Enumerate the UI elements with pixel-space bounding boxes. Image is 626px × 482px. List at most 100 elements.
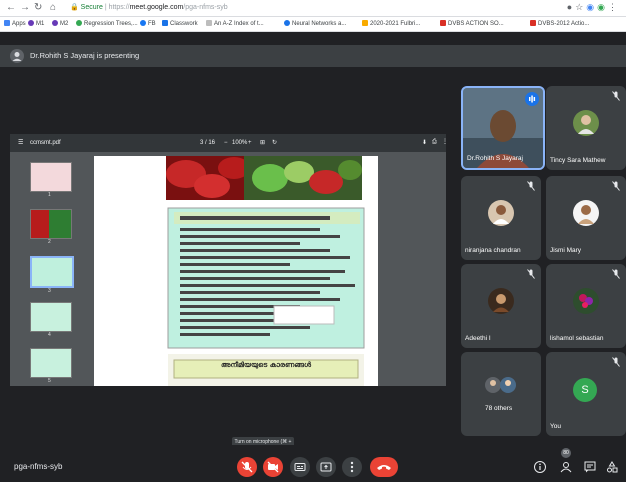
- bookmark-dvbs-action[interactable]: DVBS ACTION SO...: [440, 20, 504, 27]
- info-icon: [534, 461, 546, 473]
- activities-button[interactable]: [602, 457, 622, 477]
- participant-tile[interactable]: niranjana chandran: [461, 176, 541, 260]
- thumbnail-number: 5: [48, 378, 51, 384]
- mic-toggle-button[interactable]: [237, 457, 257, 477]
- pdf-page-indicator[interactable]: 3 / 16: [200, 140, 215, 146]
- download-icon[interactable]: ⬇: [422, 139, 427, 146]
- zoom-in-icon[interactable]: +: [248, 140, 252, 146]
- bookmark-m2[interactable]: M2: [52, 20, 68, 27]
- site-icon: [284, 20, 290, 26]
- shared-screen: ☰ ccmsmt.pdf 3 / 16 − 100% + ⊞ ↻ ⬇ ⎙ ⋮ 1…: [10, 134, 446, 386]
- camera-icon: ●: [566, 2, 576, 12]
- pdf-menu-icon[interactable]: ☰: [18, 139, 23, 146]
- bookmark-apps[interactable]: Apps: [4, 20, 26, 27]
- more-options-button[interactable]: [342, 457, 362, 477]
- browser-toolbar: ← → ↻ ⌂ 🔒 Secure | https://meet.google.c…: [0, 0, 626, 17]
- participant-name: Jismi Mary: [550, 247, 582, 254]
- rotate-icon[interactable]: ↻: [272, 139, 277, 146]
- address-bar[interactable]: 🔒 Secure | https://meet.google.com/pga-n…: [70, 2, 510, 14]
- lock-icon: 🔒: [70, 4, 79, 11]
- mic-off-icon: [612, 181, 620, 191]
- participant-avatar: [573, 200, 599, 226]
- slide-graphic: [166, 156, 365, 386]
- secure-label: Secure: [80, 4, 103, 11]
- url-prefix: https://: [108, 4, 130, 11]
- more-vert-icon: [350, 461, 354, 473]
- forward-icon[interactable]: →: [20, 2, 30, 13]
- people-icon: [560, 462, 572, 473]
- participant-tile[interactable]: Adeethi I: [461, 264, 541, 348]
- pdf-thumbnails: 1 2 3 4 5: [10, 152, 88, 386]
- bookmark-dvbs-2012[interactable]: DVBS-2012 Actio...: [530, 20, 589, 27]
- participant-avatar: [573, 288, 599, 314]
- bookmark-fb[interactable]: FB: [140, 20, 156, 27]
- pdf-more-icon[interactable]: ⋮: [442, 138, 446, 145]
- presenter-avatar-icon: [10, 49, 24, 63]
- presenter-banner: Dr.Rohith S Jayaraj is presenting: [0, 45, 626, 67]
- present-button[interactable]: [316, 457, 336, 477]
- participant-name: Adeethi I: [465, 335, 491, 342]
- folder-icon: [362, 20, 368, 26]
- participant-avatar: [488, 200, 514, 226]
- thumbnail-page[interactable]: [30, 302, 72, 332]
- participant-tile[interactable]: lishamol sebastian: [546, 264, 626, 348]
- camera-toggle-button[interactable]: [263, 457, 283, 477]
- mic-off-icon: [612, 357, 620, 367]
- participant-tile[interactable]: Jismi Mary: [546, 176, 626, 260]
- participant-tile[interactable]: Tincy Sara Mathew: [546, 86, 626, 170]
- mic-off-icon: [527, 181, 535, 191]
- mic-off-icon: [612, 91, 620, 101]
- m1-icon: [28, 20, 34, 26]
- people-button[interactable]: 80: [556, 448, 576, 477]
- captions-icon: [294, 463, 306, 471]
- presenter-text: Dr.Rohith S Jayaraj is presenting: [30, 51, 140, 60]
- back-icon[interactable]: ←: [6, 2, 16, 13]
- bookmark-classwork[interactable]: Classwork: [162, 20, 198, 27]
- google-icon: [76, 20, 82, 26]
- meeting-code: pga-nfms-syb: [14, 462, 63, 471]
- participant-tile-presenter[interactable]: Dr.Rohith S Jayaraj: [461, 86, 545, 170]
- thumbnail-number: 2: [48, 239, 51, 245]
- section-heading: അനീമിയയുടെ കാരണങ്ങൾ: [220, 361, 312, 369]
- pdf-zoom[interactable]: 100%: [232, 140, 247, 146]
- participant-tile-others[interactable]: 78 others: [461, 352, 541, 436]
- bookmark-fulbright[interactable]: 2020-2021 Fulbri...: [362, 20, 420, 27]
- thumbnail-number: 4: [48, 332, 51, 338]
- bookmarks-bar: Apps M1 M2 Regression Trees,... FB Class…: [0, 17, 626, 32]
- bookmark-regression-trees[interactable]: Regression Trees,...: [76, 20, 138, 27]
- end-call-icon: [377, 465, 391, 470]
- apps-icon: [4, 20, 10, 26]
- thumbnail-page[interactable]: [30, 162, 72, 192]
- thumbnail-page-active[interactable]: [30, 256, 74, 288]
- home-icon[interactable]: ⌂: [50, 2, 56, 13]
- thumbnail-number: 1: [48, 192, 51, 198]
- extension-icons[interactable]: ●☆◉◉⋮: [567, 2, 620, 13]
- participant-avatar: [488, 288, 514, 314]
- camera-off-icon: [267, 461, 279, 473]
- reload-icon[interactable]: ↻: [34, 2, 42, 13]
- pdf-filename: ccmsmt.pdf: [30, 140, 61, 146]
- bookmark-neural-networks[interactable]: Neural Networks a...: [284, 20, 346, 27]
- chat-icon: [584, 461, 596, 473]
- captions-button[interactable]: [290, 457, 310, 477]
- thumbnail-page[interactable]: [30, 348, 72, 378]
- leave-call-button[interactable]: [370, 457, 398, 477]
- activities-icon: [607, 461, 618, 473]
- chat-button[interactable]: [580, 457, 600, 477]
- bookmark-az-index[interactable]: An A-Z Index of t...: [206, 20, 264, 27]
- print-icon[interactable]: ⎙: [432, 139, 437, 146]
- extension-icon-1: ◉: [586, 2, 598, 12]
- participant-name: You: [550, 423, 561, 430]
- extension-icon-2: ◉: [597, 2, 608, 12]
- meeting-info-button[interactable]: [530, 457, 550, 477]
- participant-tile-self[interactable]: S You: [546, 352, 626, 436]
- people-count-badge: 80: [561, 448, 571, 458]
- zoom-out-icon[interactable]: −: [224, 140, 228, 146]
- bookmark-m1[interactable]: M1: [28, 20, 44, 27]
- fit-page-icon[interactable]: ⊞: [260, 139, 265, 146]
- facebook-icon: [140, 20, 146, 26]
- url-domain: meet.google.com: [129, 4, 184, 11]
- m2-icon: [52, 20, 58, 26]
- thumbnail-page[interactable]: [30, 209, 72, 239]
- mic-off-icon: [527, 269, 535, 279]
